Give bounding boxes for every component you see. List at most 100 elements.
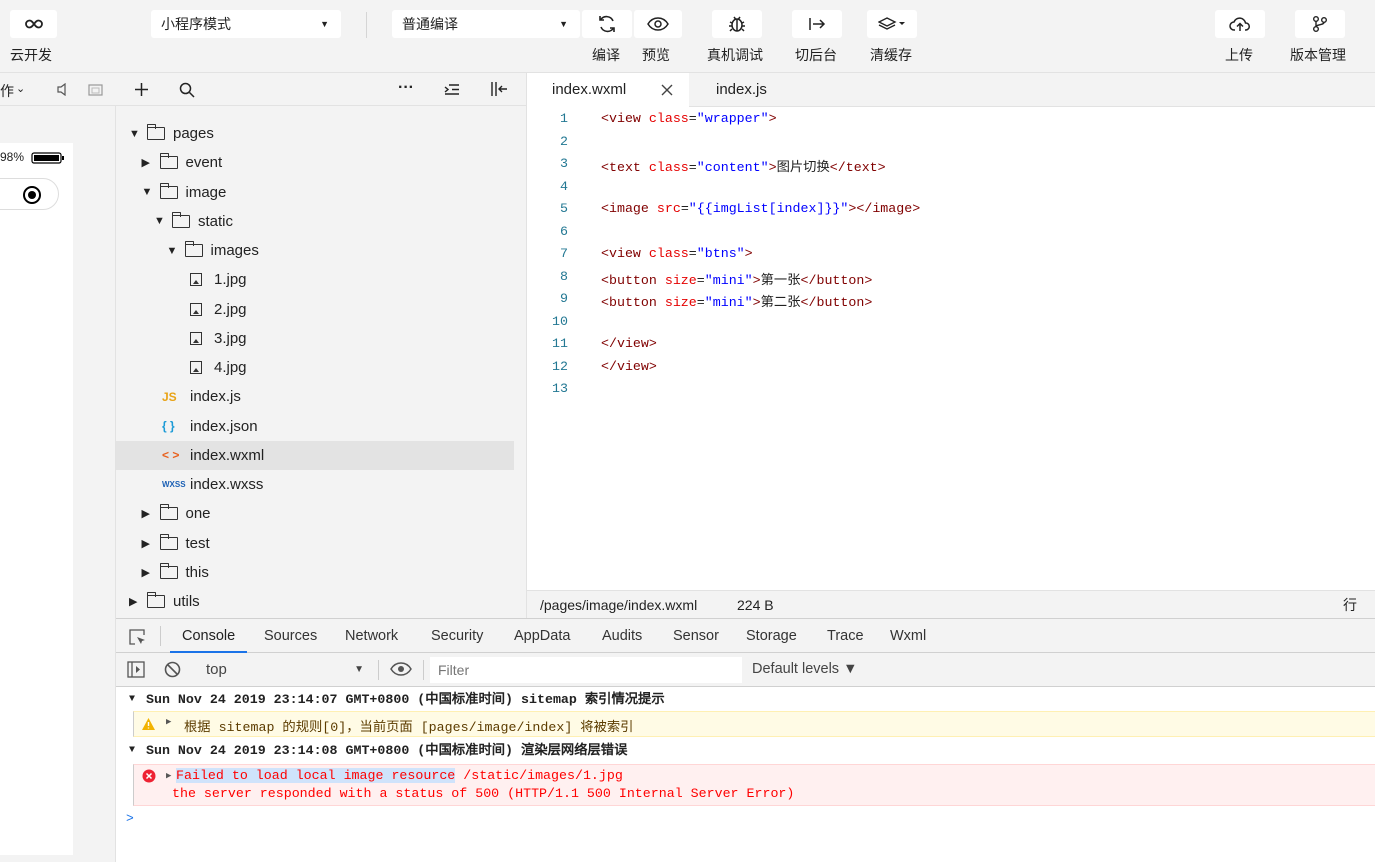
- devtools-tab-network[interactable]: Network: [345, 619, 398, 653]
- triangle-right-icon[interactable]: ▶: [142, 507, 156, 520]
- tree-item-event[interactable]: ▶ event: [116, 148, 514, 177]
- line-number: 8: [560, 268, 568, 284]
- code-line[interactable]: <view class="btns">: [601, 246, 753, 261]
- log-levels-select[interactable]: Default levels ▼: [752, 661, 857, 677]
- tree-item-3-jpg[interactable]: 3.jpg: [116, 324, 514, 353]
- phone-screen[interactable]: 98%: [0, 143, 73, 855]
- search-icon[interactable]: [179, 82, 195, 98]
- tree-item-images[interactable]: ▼ images: [116, 236, 514, 265]
- switch-background-label: 切后台: [795, 47, 837, 63]
- tree-item-test[interactable]: ▶ test: [116, 529, 514, 558]
- code-line[interactable]: <button size="mini">第一张</button>: [601, 269, 872, 288]
- tree-item-label: index.wxss: [190, 476, 264, 493]
- collapse-list-icon[interactable]: [444, 83, 460, 96]
- tree-item-4-jpg[interactable]: 4.jpg: [116, 353, 514, 382]
- folder-icon: [159, 533, 178, 550]
- devtools-tab-bar: Console Sources Network Security AppData Audi…: [116, 618, 1375, 653]
- remote-debug-label: 真机调试: [707, 47, 763, 63]
- version-label: 版本管理: [1290, 47, 1346, 63]
- code-line[interactable]: <text class="content">图片切换</text>: [601, 156, 886, 175]
- tree-item-static[interactable]: ▼ static: [116, 207, 514, 236]
- compile-button[interactable]: [582, 10, 632, 38]
- code-token: "mini": [704, 272, 753, 288]
- tree-item-index-wxss[interactable]: WXSS index.wxss: [116, 470, 514, 499]
- chevron-down-icon[interactable]: ⌄: [16, 82, 25, 95]
- code-line[interactable]: </view>: [601, 336, 657, 351]
- tree-item-2-jpg[interactable]: 2.jpg: [116, 295, 514, 324]
- devtools-tab-trace[interactable]: Trace: [827, 619, 864, 653]
- more-icon[interactable]: ···: [398, 79, 414, 97]
- triangle-down-icon[interactable]: ▼: [154, 215, 168, 227]
- clear-console-icon[interactable]: [164, 661, 181, 678]
- record-icon[interactable]: [22, 185, 42, 205]
- triangle-right-icon[interactable]: ▶: [129, 595, 143, 608]
- tree-item-1-jpg[interactable]: 1.jpg: [116, 265, 514, 294]
- plus-icon[interactable]: [134, 82, 149, 97]
- triangle-down-icon[interactable]: ▼: [142, 186, 156, 198]
- devtools-tab-security[interactable]: Security: [431, 619, 483, 653]
- context-select[interactable]: top ▼: [196, 657, 370, 683]
- devtools-tab-storage[interactable]: Storage: [746, 619, 797, 653]
- inspect-element-icon[interactable]: [129, 629, 146, 646]
- code-token: >: [768, 111, 777, 126]
- code-line[interactable]: </view>: [601, 359, 657, 374]
- console-prompt[interactable]: >: [126, 811, 134, 826]
- code-line[interactable]: <button size="mini">第二张</button>: [601, 291, 872, 310]
- speaker-icon[interactable]: [56, 83, 68, 96]
- switch-background-button[interactable]: [792, 10, 842, 38]
- devtools-tab-sensor[interactable]: Sensor: [673, 619, 719, 653]
- eye-icon[interactable]: [390, 662, 412, 676]
- triangle-right-icon[interactable]: ▶: [142, 156, 156, 169]
- warning-message[interactable]: ▶ 根据 sitemap 的规则[0]，当前页面 [pages/image/in…: [133, 711, 1375, 737]
- tree-item-utils[interactable]: ▶ utils: [116, 587, 514, 616]
- line-number: 10: [552, 313, 568, 329]
- filter-input[interactable]: [430, 657, 742, 683]
- sidebar-toggle-icon[interactable]: [127, 661, 145, 678]
- tree-item-pages[interactable]: ▼ pages: [116, 119, 514, 148]
- triangle-right-icon[interactable]: ▶: [142, 537, 156, 550]
- clear-cache-button[interactable]: [867, 10, 917, 38]
- line-number: 11: [552, 336, 568, 351]
- error-message[interactable]: ▶ Failed to load local image resource /s…: [133, 764, 1375, 806]
- simulator-menu-label[interactable]: 作: [0, 81, 14, 101]
- code-token: class: [648, 111, 689, 126]
- mode-select[interactable]: 小程序模式 ▼: [151, 10, 341, 38]
- triangle-right-icon[interactable]: ▶: [142, 566, 156, 579]
- devtools-tab-wxml[interactable]: Wxml: [890, 619, 926, 653]
- tree-item-this[interactable]: ▶ this: [116, 558, 514, 587]
- preview-button[interactable]: [634, 10, 682, 38]
- triangle-down-icon[interactable]: ▼: [129, 128, 143, 140]
- tree-item-one[interactable]: ▶ one: [116, 499, 514, 528]
- version-button[interactable]: [1295, 10, 1345, 38]
- tab-index-wxml[interactable]: index.wxml: [552, 73, 626, 107]
- tab-index-js[interactable]: index.js: [716, 73, 767, 107]
- compile-mode-select[interactable]: 普通编译 ▼: [392, 10, 580, 38]
- devtools-tab-appdata[interactable]: AppData: [514, 619, 570, 653]
- hide-sidebar-icon[interactable]: [490, 81, 508, 97]
- devtools-tab-audits[interactable]: Audits: [602, 619, 642, 653]
- code-line[interactable]: <view class="wrapper">: [601, 111, 777, 126]
- code-line[interactable]: <image src="{{imgList[index]}}"></image>: [601, 201, 920, 216]
- tree-item-index-json[interactable]: { } index.json: [116, 412, 514, 441]
- window-icon[interactable]: [88, 83, 103, 96]
- close-icon[interactable]: [661, 84, 673, 96]
- tree-item-label: pages: [173, 125, 214, 142]
- upload-button[interactable]: [1215, 10, 1265, 38]
- code-editor[interactable]: 1 <view class="wrapper"> 2 3 <text class="co…: [527, 107, 1375, 590]
- log-group-header[interactable]: ▼ Sun Nov 24 2019 23:14:08 GMT+0800 (中国标…: [116, 738, 1375, 763]
- devtools-tab-console[interactable]: Console: [170, 619, 248, 653]
- code-token: </button>: [800, 272, 873, 288]
- toolbar-divider: [366, 12, 367, 38]
- js-file-icon: JS: [162, 389, 177, 404]
- devtools-tab-sources[interactable]: Sources: [264, 619, 317, 653]
- triangle-down-icon[interactable]: ▼: [167, 245, 181, 257]
- code-token: "wrapper": [696, 111, 769, 126]
- log-group-header[interactable]: ▼ Sun Nov 24 2019 23:14:07 GMT+0800 (中国标…: [116, 687, 1375, 712]
- tree-item-index-js[interactable]: JS index.js: [116, 382, 514, 411]
- remote-debug-button[interactable]: [712, 10, 762, 38]
- tree-item-index-wxml[interactable]: < > index.wxml: [116, 440, 514, 470]
- tree-item-image[interactable]: ▼ image: [116, 178, 514, 207]
- image-file-icon: [190, 273, 202, 287]
- cloud-dev-button[interactable]: [10, 10, 57, 38]
- code-token: >: [752, 295, 761, 310]
